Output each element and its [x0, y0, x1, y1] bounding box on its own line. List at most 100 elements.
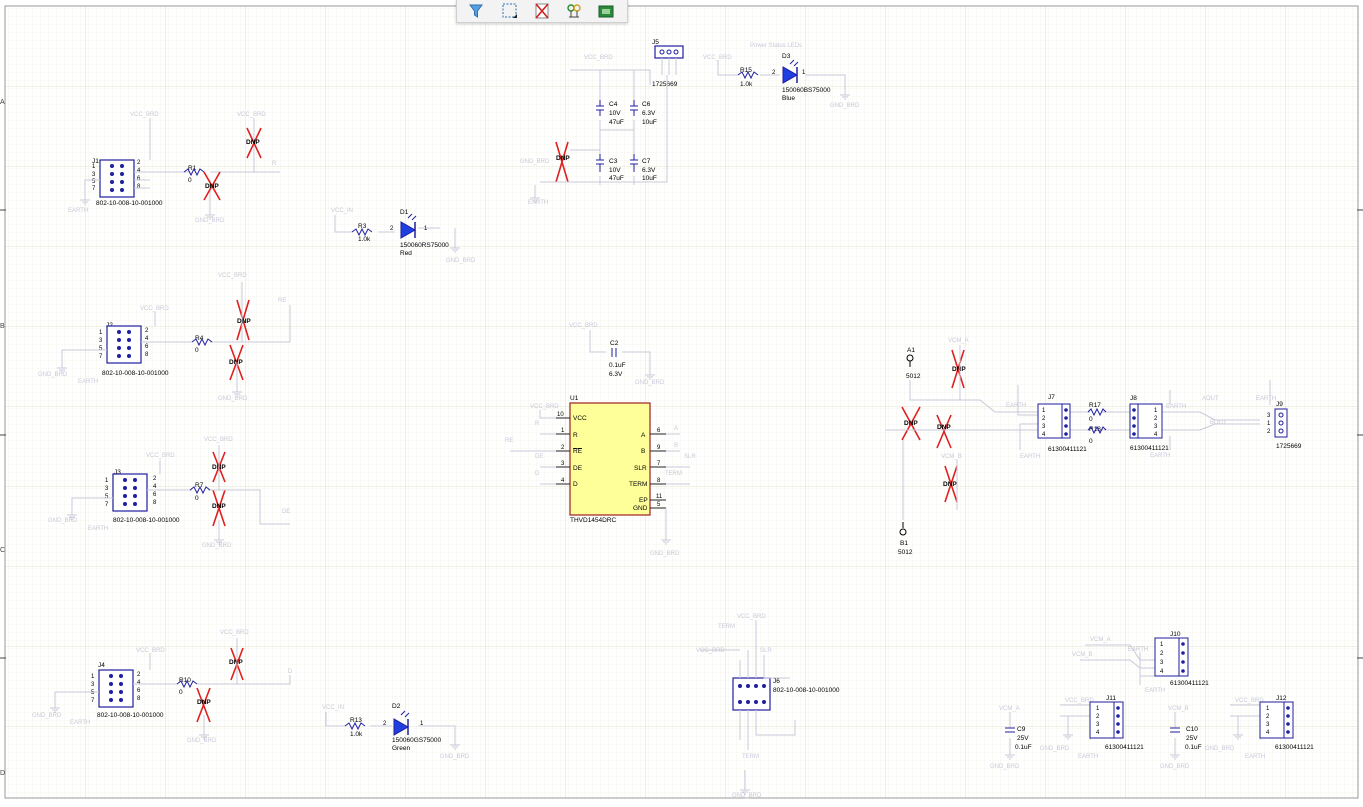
row-mark-d: D [0, 770, 5, 777]
svg-text:J5: J5 [652, 39, 659, 46]
svg-text:EARTH: EARTH [1150, 453, 1170, 459]
svg-text:25V: 25V [1186, 735, 1198, 742]
svg-text:GND_BRD: GND_BRD [440, 754, 470, 760]
svg-text:1725669: 1725669 [652, 81, 678, 88]
net-color-icon [567, 4, 581, 18]
svg-text:DNP: DNP [229, 659, 243, 666]
svg-text:B: B [641, 448, 645, 455]
svg-text:GND_BRD: GND_BRD [218, 396, 248, 402]
no-erc-button[interactable] [531, 1, 553, 21]
svg-text:DNP: DNP [197, 699, 211, 706]
svg-text:6.3V: 6.3V [642, 167, 656, 174]
svg-text:GND_BRD: GND_BRD [187, 738, 217, 744]
board-button[interactable] [595, 1, 617, 21]
svg-text:VCC_BRD: VCC_BRD [703, 55, 732, 61]
svg-text:VCM_A: VCM_A [1090, 637, 1111, 643]
svg-text:EARTH: EARTH [1166, 404, 1186, 410]
svg-text:EARTH: EARTH [88, 526, 108, 532]
svg-text:J6: J6 [773, 678, 780, 685]
svg-text:802-10-008-10-001000: 802-10-008-10-001000 [113, 517, 180, 524]
schematic-sheet[interactable]: A B C D J1 12 34 56 78 802-10-008-10-001… [0, 0, 1363, 802]
svg-text:150060RS75000: 150060RS75000 [400, 242, 449, 249]
row-mark-a: A [0, 99, 5, 106]
svg-text:GND_BRD: GND_BRD [1040, 746, 1070, 752]
svg-text:A: A [641, 432, 646, 439]
svg-text:25V: 25V [1017, 735, 1029, 742]
svg-text:J7: J7 [1048, 394, 1055, 401]
svg-text:EARTH: EARTH [1145, 688, 1165, 694]
svg-text:D: D [288, 669, 293, 675]
svg-text:0.1uF: 0.1uF [1185, 744, 1202, 751]
svg-text:VCC_BRD: VCC_BRD [237, 112, 266, 118]
svg-text:D: D [573, 481, 578, 488]
svg-text:5012: 5012 [906, 373, 921, 380]
svg-text:R: R [535, 421, 540, 427]
svg-text:10: 10 [557, 412, 564, 418]
svg-text:VCC_IN: VCC_IN [322, 705, 344, 711]
svg-text:150060GS75000: 150060GS75000 [392, 737, 442, 744]
svg-text:J11: J11 [1106, 695, 1116, 702]
svg-text:11: 11 [656, 494, 663, 500]
svg-text:J8: J8 [1130, 395, 1137, 402]
svg-text:VCC_BRD: VCC_BRD [130, 112, 159, 118]
svg-text:802-10-008-10-001000: 802-10-008-10-001000 [102, 370, 169, 377]
svg-text:EP: EP [639, 497, 648, 504]
svg-text:RE: RE [505, 438, 513, 444]
u1-ic[interactable]: U1 10 1 2 3 4 6 9 7 8 11 5 VCC R RE DE D… [556, 395, 666, 524]
svg-text:GND_BRD: GND_BRD [830, 103, 860, 109]
select-rect-button[interactable] [499, 1, 521, 21]
svg-text:J4: J4 [98, 662, 105, 669]
svg-text:DNP: DNP [952, 366, 966, 373]
svg-text:C7: C7 [642, 158, 651, 165]
svg-text:0: 0 [1089, 416, 1093, 423]
svg-text:10V: 10V [609, 110, 621, 117]
svg-text:TERM: TERM [742, 754, 759, 760]
svg-text:Power Status LEDs: Power Status LEDs [750, 43, 802, 49]
svg-text:61300411121: 61300411121 [1105, 744, 1144, 751]
board-icon [598, 5, 614, 18]
svg-text:0: 0 [179, 689, 183, 696]
svg-text:C4: C4 [609, 101, 618, 108]
svg-text:5012: 5012 [898, 549, 913, 556]
svg-text:VCM_B: VCM_B [941, 454, 962, 460]
svg-text:VCC_BRD: VCC_BRD [204, 437, 233, 443]
svg-text:10V: 10V [609, 167, 621, 174]
svg-text:TERM: TERM [665, 471, 682, 477]
filter-button[interactable] [465, 1, 487, 21]
svg-text:D2: D2 [392, 703, 401, 710]
svg-text:B1: B1 [900, 540, 908, 547]
svg-text:DE: DE [535, 454, 543, 460]
svg-text:EARTH: EARTH [70, 720, 90, 726]
svg-text:Blue: Blue [782, 95, 795, 102]
svg-text:0.1uF: 0.1uF [609, 362, 626, 369]
svg-text:VCC_BRD: VCC_BRD [737, 614, 766, 620]
svg-text:EARTH: EARTH [1256, 396, 1276, 402]
svg-text:SLR: SLR [684, 454, 696, 460]
svg-text:DNP: DNP [943, 481, 957, 488]
svg-text:GND_BRD: GND_BRD [732, 793, 762, 799]
svg-text:0.1uF: 0.1uF [1015, 744, 1032, 751]
svg-text:DNP: DNP [237, 318, 251, 325]
svg-text:B: B [674, 443, 678, 449]
svg-text:DNP: DNP [229, 359, 243, 366]
net-color-button[interactable] [563, 1, 585, 21]
svg-text:TERM: TERM [718, 624, 735, 630]
svg-text:Red: Red [400, 250, 412, 257]
svg-text:6.3V: 6.3V [609, 371, 623, 378]
svg-text:J10: J10 [1170, 631, 1181, 638]
svg-text:47uF: 47uF [609, 175, 624, 182]
filter-icon [469, 4, 483, 18]
svg-text:EARTH: EARTH [1128, 647, 1148, 653]
svg-text:1.0k: 1.0k [740, 81, 753, 88]
svg-text:61300411121: 61300411121 [1048, 446, 1087, 453]
j1-part: 802-10-008-10-001000 [96, 200, 163, 207]
svg-text:GND_BRD: GND_BRD [1205, 746, 1235, 752]
select-rect-icon [502, 3, 517, 18]
svg-text:VCM_A: VCM_A [999, 706, 1020, 712]
svg-text:RE: RE [573, 448, 583, 455]
svg-text:VCC: VCC [573, 415, 587, 422]
svg-text:C9: C9 [1017, 726, 1026, 733]
svg-text:GND_BRD: GND_BRD [520, 159, 550, 165]
svg-text:C6: C6 [642, 101, 651, 108]
svg-text:0: 0 [195, 495, 199, 502]
